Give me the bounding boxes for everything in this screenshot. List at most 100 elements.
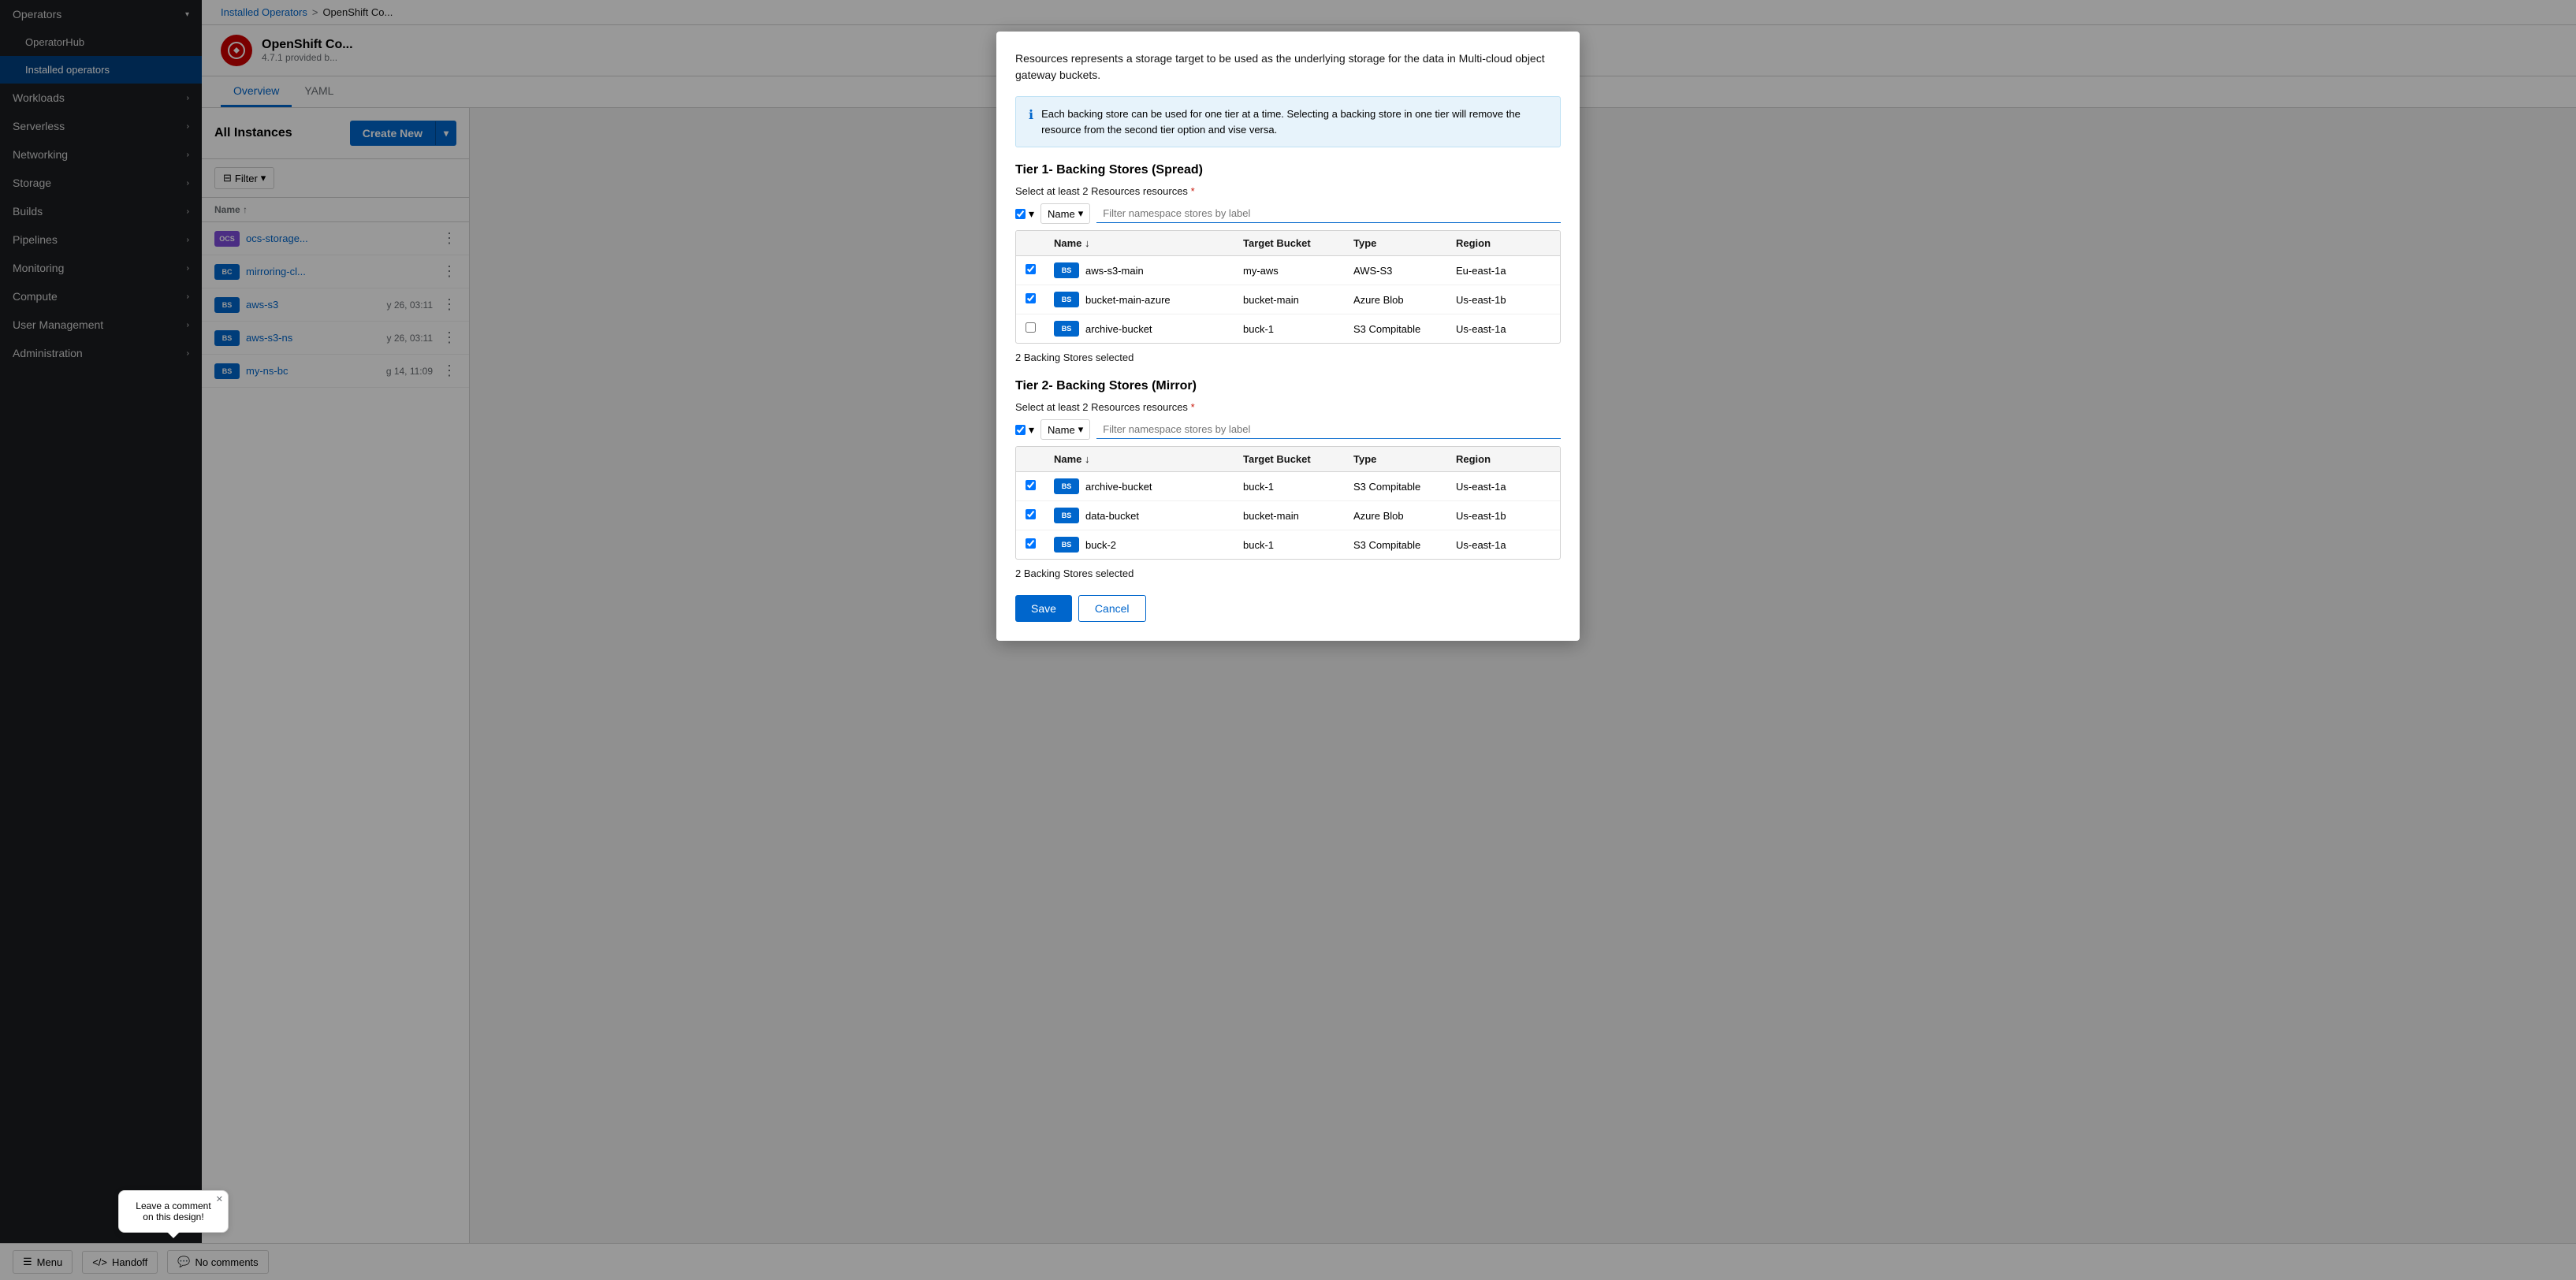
t2row3-type: S3 Compitable — [1353, 539, 1456, 551]
row3-name: archive-bucket — [1085, 323, 1152, 335]
t2row1-name: archive-bucket — [1085, 481, 1152, 493]
tier1-filter-name-select[interactable]: Name ▾ — [1040, 203, 1090, 224]
comment-bubble: ✕ Leave a comment on this design! — [118, 1190, 229, 1233]
tier2-filter-row: ▾ Name ▾ — [1015, 419, 1561, 440]
required-marker-2: * — [1191, 401, 1195, 413]
table-row: BS archive-bucket buck-1 S3 Compitable U… — [1016, 314, 1560, 343]
tier2-section: Tier 2- Backing Stores (Mirror) Select a… — [1015, 379, 1561, 579]
t2row2-badge: BS — [1054, 508, 1079, 523]
row1-name-cell: BS aws-s3-main — [1054, 262, 1243, 278]
t2row2-name-cell: BS data-bucket — [1054, 508, 1243, 523]
tier2-checkbox-dropdown[interactable]: ▾ — [1029, 423, 1034, 437]
tier1-col-target-bucket: Target Bucket — [1243, 237, 1353, 249]
t2row3-region: Us-east-1a — [1456, 539, 1550, 551]
tier2-table-header: Name ↓ Target Bucket Type Region — [1016, 447, 1560, 472]
modal-overlay: Resources represents a storage target to… — [0, 0, 2576, 1280]
modal-description: Resources represents a storage target to… — [1015, 50, 1561, 84]
tier2-title: Tier 2- Backing Stores (Mirror) — [1015, 379, 1561, 393]
t2row2-checkbox-cell[interactable] — [1026, 509, 1054, 522]
required-marker: * — [1191, 185, 1195, 197]
t2row1-badge: BS — [1054, 478, 1079, 494]
comment-text: Leave a comment on this design! — [136, 1200, 210, 1222]
tier2-col-type: Type — [1353, 453, 1456, 465]
info-banner: ℹ Each backing store can be used for one… — [1015, 96, 1561, 147]
row2-checkbox-cell[interactable] — [1026, 293, 1054, 306]
tier1-col-checkbox — [1026, 237, 1054, 249]
tier1-col-region: Region — [1456, 237, 1550, 249]
row2-name: bucket-main-azure — [1085, 294, 1171, 306]
tier2-filter-input[interactable] — [1096, 420, 1561, 439]
table-row: BS buck-2 buck-1 S3 Compitable Us-east-1… — [1016, 530, 1560, 559]
tier1-filter-row: ▾ Name ▾ — [1015, 203, 1561, 224]
row1-checkbox[interactable] — [1026, 264, 1036, 274]
tier1-select-all-checkbox[interactable]: ▾ — [1015, 207, 1034, 221]
tier2-filter-name-label: Name — [1048, 424, 1075, 436]
row3-badge: BS — [1054, 321, 1079, 337]
t2row3-checkbox-cell[interactable] — [1026, 538, 1054, 551]
tier2-col-name[interactable]: Name ↓ — [1054, 453, 1243, 465]
tier2-selected-count: 2 Backing Stores selected — [1015, 567, 1561, 579]
tier1-table-header: Name ↓ Target Bucket Type Region — [1016, 231, 1560, 256]
tier1-select-label: Select at least 2 Resources resources * — [1015, 185, 1561, 197]
row1-badge: BS — [1054, 262, 1079, 278]
t2row3-checkbox[interactable] — [1026, 538, 1036, 549]
t2row2-name: data-bucket — [1085, 510, 1139, 522]
tier2-select-all-input[interactable] — [1015, 425, 1026, 435]
tier2-col-checkbox — [1026, 453, 1054, 465]
tier1-filter-name-caret: ▾ — [1078, 207, 1084, 220]
sort-icon-2: ↓ — [1085, 453, 1090, 465]
table-row: BS aws-s3-main my-aws AWS-S3 Eu-east-1a — [1016, 256, 1560, 285]
t2row1-target-bucket: buck-1 — [1243, 481, 1353, 493]
row1-checkbox-cell[interactable] — [1026, 264, 1054, 277]
t2row1-checkbox-cell[interactable] — [1026, 480, 1054, 493]
tier1-title: Tier 1- Backing Stores (Spread) — [1015, 163, 1561, 177]
tier2-select-all-checkbox[interactable]: ▾ — [1015, 423, 1034, 437]
sort-icon: ↓ — [1085, 237, 1090, 249]
modal-actions: Save Cancel — [1015, 595, 1561, 622]
t2row3-badge: BS — [1054, 537, 1079, 553]
tier1-table: Name ↓ Target Bucket Type Region BS aws-… — [1015, 230, 1561, 344]
tier1-checkbox-dropdown[interactable]: ▾ — [1029, 207, 1034, 221]
row2-target-bucket: bucket-main — [1243, 294, 1353, 306]
row2-name-cell: BS bucket-main-azure — [1054, 292, 1243, 307]
tier2-select-label: Select at least 2 Resources resources * — [1015, 401, 1561, 413]
tier2-col-region: Region — [1456, 453, 1550, 465]
t2row1-type: S3 Compitable — [1353, 481, 1456, 493]
save-button[interactable]: Save — [1015, 595, 1072, 622]
table-row: BS bucket-main-azure bucket-main Azure B… — [1016, 285, 1560, 314]
cancel-button[interactable]: Cancel — [1078, 595, 1146, 622]
t2row1-name-cell: BS archive-bucket — [1054, 478, 1243, 494]
table-row: BS data-bucket bucket-main Azure Blob Us… — [1016, 501, 1560, 530]
row1-region: Eu-east-1a — [1456, 265, 1550, 277]
tier2-filter-name-select[interactable]: Name ▾ — [1040, 419, 1090, 440]
row3-type: S3 Compitable — [1353, 323, 1456, 335]
t2row2-checkbox[interactable] — [1026, 509, 1036, 519]
t2row1-region: Us-east-1a — [1456, 481, 1550, 493]
row2-badge: BS — [1054, 292, 1079, 307]
tier1-selected-count: 2 Backing Stores selected — [1015, 352, 1561, 363]
t2row1-checkbox[interactable] — [1026, 480, 1036, 490]
row2-type: Azure Blob — [1353, 294, 1456, 306]
row1-name: aws-s3-main — [1085, 265, 1144, 277]
comment-close-button[interactable]: ✕ — [216, 1194, 223, 1204]
row2-checkbox[interactable] — [1026, 293, 1036, 303]
info-icon: ℹ — [1029, 106, 1033, 137]
tier1-filter-input[interactable] — [1096, 204, 1561, 223]
row1-type: AWS-S3 — [1353, 265, 1456, 277]
tier1-filter-name-label: Name — [1048, 208, 1075, 220]
tier2-col-target-bucket: Target Bucket — [1243, 453, 1353, 465]
row1-target-bucket: my-aws — [1243, 265, 1353, 277]
t2row3-target-bucket: buck-1 — [1243, 539, 1353, 551]
t2row3-name-cell: BS buck-2 — [1054, 537, 1243, 553]
table-row: BS archive-bucket buck-1 S3 Compitable U… — [1016, 472, 1560, 501]
row2-region: Us-east-1b — [1456, 294, 1550, 306]
t2row2-target-bucket: bucket-main — [1243, 510, 1353, 522]
info-text: Each backing store can be used for one t… — [1041, 106, 1547, 137]
tier1-col-type: Type — [1353, 237, 1456, 249]
tier1-select-all-input[interactable] — [1015, 209, 1026, 219]
row3-region: Us-east-1a — [1456, 323, 1550, 335]
row3-checkbox[interactable] — [1026, 322, 1036, 333]
row3-checkbox-cell[interactable] — [1026, 322, 1054, 335]
tier1-section: Tier 1- Backing Stores (Spread) Select a… — [1015, 163, 1561, 363]
tier1-col-name[interactable]: Name ↓ — [1054, 237, 1243, 249]
